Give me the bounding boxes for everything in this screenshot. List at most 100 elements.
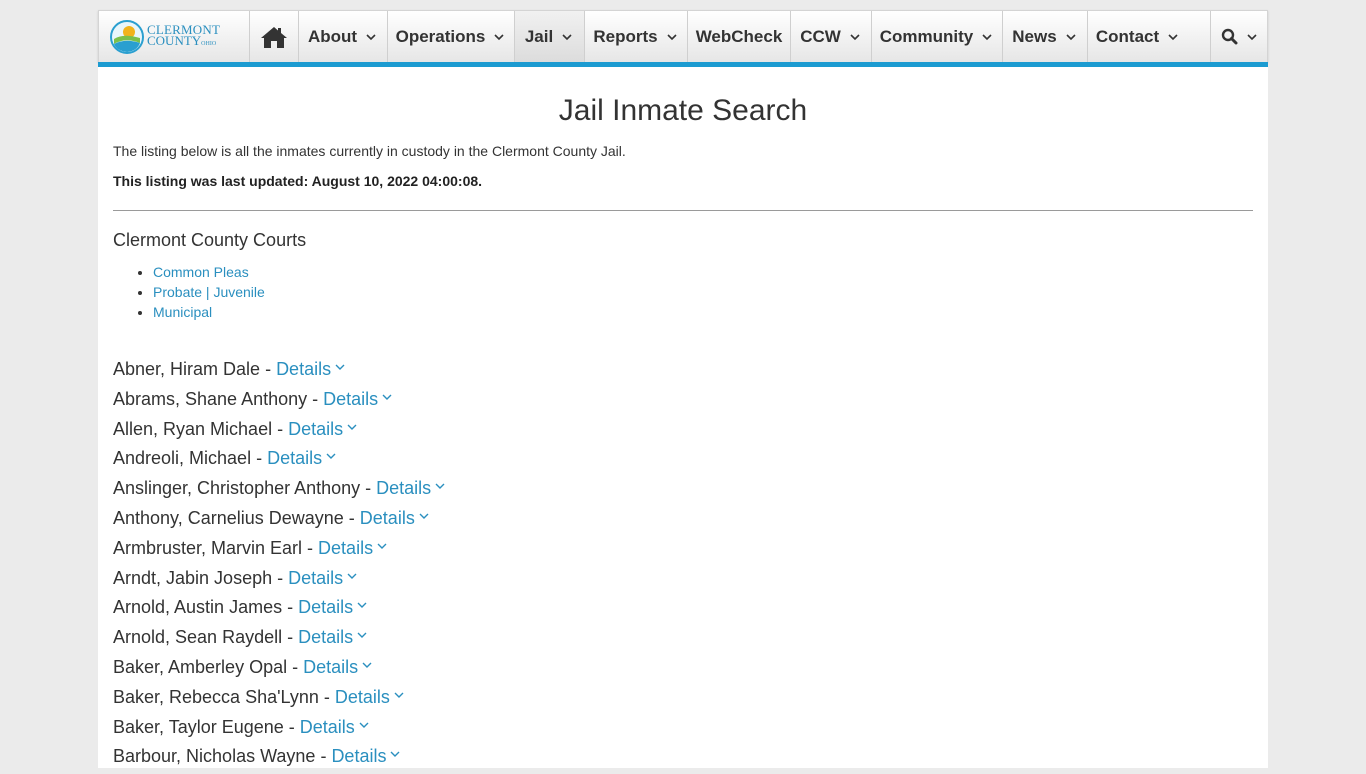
separator: - xyxy=(283,716,300,737)
details-label: Details xyxy=(288,418,344,439)
last-updated-text: This listing was last updated: August 10… xyxy=(113,173,483,189)
inmate-row: Arnold, Sean Raydell - Details xyxy=(113,625,446,655)
inmate-name: Anthony, Carnelius Dewayne xyxy=(113,507,344,528)
details-label: Details xyxy=(376,478,432,499)
nav-operations[interactable]: Operations xyxy=(387,11,514,62)
court-link-probate-juvenile[interactable]: Probate | Juvenile xyxy=(153,284,265,300)
nav-contact-label: Contact xyxy=(1095,26,1160,46)
separator: - xyxy=(315,746,332,767)
details-toggle[interactable]: Details xyxy=(298,597,368,617)
nav-ccw-label: CCW xyxy=(800,26,841,46)
nav-contact[interactable]: Contact xyxy=(1087,11,1188,62)
chevron-down-icon xyxy=(382,394,392,400)
separator: - xyxy=(287,656,304,677)
chevron-down-icon xyxy=(377,543,387,549)
chevron-down-icon xyxy=(1168,33,1178,40)
inmate-row: Abrams, Shane Anthony - Details xyxy=(113,387,446,417)
inmate-name: Abner, Hiram Dale xyxy=(113,359,261,379)
main-nav: About Operations Jail Reports WebCheck C… xyxy=(249,11,1268,62)
details-toggle[interactable]: Details xyxy=(276,359,346,379)
home-icon xyxy=(261,26,287,48)
nav-community[interactable]: Community xyxy=(871,11,1002,62)
details-toggle[interactable]: Details xyxy=(318,538,388,558)
inmate-name: Abrams, Shane Anthony xyxy=(113,388,308,409)
separator: - xyxy=(260,359,277,379)
nav-jail[interactable]: Jail xyxy=(514,11,584,62)
chevron-down-icon xyxy=(366,33,376,40)
details-toggle[interactable]: Details xyxy=(288,419,358,439)
inmate-row: Baker, Taylor Eugene - Details xyxy=(113,715,446,745)
separator: - xyxy=(360,478,377,499)
details-toggle[interactable]: Details xyxy=(376,478,446,498)
details-label: Details xyxy=(318,537,374,558)
nav-webcheck-label: WebCheck xyxy=(695,26,783,46)
separator: - xyxy=(307,388,324,409)
chevron-down-icon xyxy=(359,722,369,728)
inmate-list: Abner, Hiram Dale - Details Abrams, Shane… xyxy=(113,357,446,774)
chevron-down-icon xyxy=(1066,33,1076,40)
intro-text: The listing below is all the inmates cur… xyxy=(113,143,626,159)
details-toggle[interactable]: Details xyxy=(323,389,393,409)
chevron-down-icon xyxy=(394,692,404,698)
nav-webcheck[interactable]: WebCheck xyxy=(687,11,790,62)
page-title: Jail Inmate Search xyxy=(558,94,808,127)
inmate-name: Arndt, Jabin Joseph xyxy=(113,567,273,588)
details-toggle[interactable]: Details xyxy=(331,746,401,766)
chevron-down-icon xyxy=(390,751,400,758)
nav-reports[interactable]: Reports xyxy=(584,11,687,62)
nav-jail-label: Jail xyxy=(524,26,554,46)
details-label: Details xyxy=(267,448,323,469)
details-label: Details xyxy=(331,746,387,767)
details-label: Details xyxy=(298,597,354,618)
chevron-down-icon xyxy=(326,453,336,460)
details-toggle[interactable]: Details xyxy=(267,448,337,468)
details-toggle[interactable]: Details xyxy=(335,687,405,707)
logo-line2-text: COUNTY xyxy=(147,32,202,48)
inmate-row: Baker, Rebecca Sha'Lynn - Details xyxy=(113,685,446,715)
details-label: Details xyxy=(334,686,390,707)
inmate-name: Baker, Taylor Eugene xyxy=(113,716,284,737)
chevron-down-icon xyxy=(335,364,345,370)
chevron-down-icon xyxy=(562,33,572,40)
separator: - xyxy=(343,507,360,528)
inmate-row: Barbour, Nicholas Wayne - Details xyxy=(113,744,446,774)
nav-search[interactable] xyxy=(1210,11,1268,62)
chevron-down-icon xyxy=(982,33,992,40)
chevron-down-icon xyxy=(435,483,445,490)
details-toggle[interactable]: Details xyxy=(300,717,370,737)
details-label: Details xyxy=(298,627,354,648)
chevron-down-icon xyxy=(419,513,429,519)
court-link-common-pleas[interactable]: Common Pleas xyxy=(153,264,249,280)
search-icon xyxy=(1221,28,1237,45)
inmate-row: Andreoli, Michael - Details xyxy=(113,446,446,476)
nav-ccw[interactable]: CCW xyxy=(790,11,871,62)
nav-news[interactable]: News xyxy=(1002,11,1087,62)
details-label: Details xyxy=(288,567,344,588)
inmate-row: Abner, Hiram Dale - Details xyxy=(113,357,446,387)
logo-line2: COUNTYOHIO xyxy=(147,32,220,50)
chevron-down-icon xyxy=(667,33,677,40)
inmate-name: Armbruster, Marvin Earl xyxy=(113,537,303,558)
nav-about[interactable]: About xyxy=(298,11,387,62)
nav-home[interactable] xyxy=(249,11,298,62)
inmate-name: Arnold, Sean Raydell xyxy=(113,627,283,648)
chevron-down-icon xyxy=(494,33,504,40)
inmate-row: Baker, Amberley Opal - Details xyxy=(113,655,446,685)
inmate-name: Baker, Rebecca Sha'Lynn xyxy=(113,686,319,707)
site-logo[interactable]: CLERMONT COUNTYOHIO xyxy=(99,11,249,62)
details-label: Details xyxy=(323,388,379,409)
details-toggle[interactable]: Details xyxy=(303,657,373,677)
nav-operations-label: Operations xyxy=(395,26,486,46)
details-label: Details xyxy=(359,507,415,528)
separator: - xyxy=(251,448,268,469)
details-toggle[interactable]: Details xyxy=(298,627,368,647)
details-toggle[interactable]: Details xyxy=(288,568,358,588)
nav-community-label: Community xyxy=(879,26,974,46)
court-link-municipal[interactable]: Municipal xyxy=(153,304,212,320)
chevron-down-icon xyxy=(362,662,372,668)
chevron-down-icon xyxy=(347,424,357,430)
chevron-down-icon xyxy=(1246,33,1257,40)
details-toggle[interactable]: Details xyxy=(360,508,430,528)
separator: - xyxy=(272,418,289,439)
